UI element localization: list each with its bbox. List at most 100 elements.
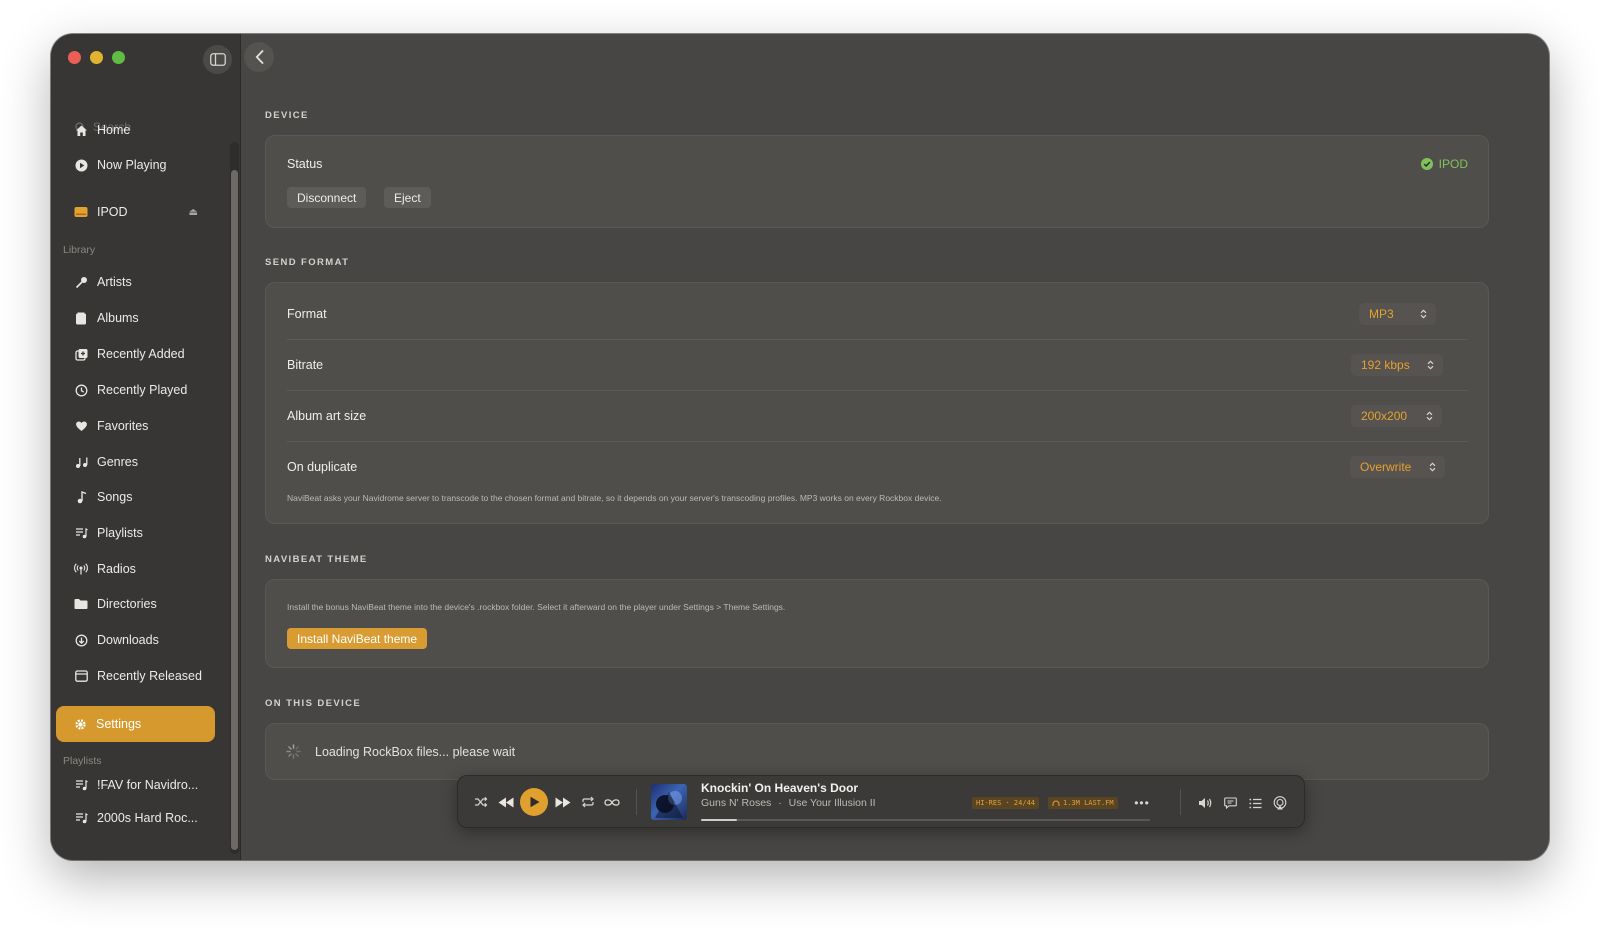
queue-button[interactable] <box>1247 795 1263 811</box>
sidebar-item-songs[interactable]: Songs <box>57 480 218 514</box>
status-value: IPOD <box>1438 157 1468 171</box>
sidebar-scrollbar[interactable] <box>230 142 239 854</box>
track-artist[interactable]: Guns N' Roses <box>701 797 771 809</box>
close-window-button[interactable] <box>68 51 81 64</box>
infinite-play-button[interactable] <box>602 790 622 814</box>
sidebar-playlist-item[interactable]: 2000s Hard Roc... <box>57 801 218 835</box>
player-bar: Knockin' On Heaven's Door Guns N' Roses … <box>457 775 1305 828</box>
format-select[interactable]: MP3 <box>1359 303 1436 325</box>
recently-added-icon <box>74 347 88 361</box>
sidebar-item-label: Recently Released <box>97 669 202 683</box>
send-format-card: Format MP3 Bitrate 192 kbps Album art si… <box>265 282 1489 524</box>
sidebar-item-label: Now Playing <box>97 158 167 172</box>
sidebar-item-recently-added[interactable]: Recently Added <box>57 337 218 371</box>
track-album[interactable]: Use Your Illusion II <box>789 797 876 809</box>
status-label: Status <box>287 157 323 171</box>
microphone-icon <box>74 275 88 289</box>
eject-icon[interactable]: ⏏ <box>189 207 198 218</box>
history-icon <box>74 383 88 397</box>
rewind-icon <box>498 797 514 807</box>
bitrate-select[interactable]: 192 kbps <box>1351 354 1443 376</box>
checkmark-circle-icon <box>1420 158 1433 170</box>
chevron-updown-icon <box>1429 462 1436 472</box>
sidebar-item-ipod[interactable]: IPOD ⏏ <box>57 195 218 229</box>
genres-icon <box>74 455 88 469</box>
calendar-icon <box>74 669 88 683</box>
quality-badge: HI-RES · 24/44 <box>972 797 1040 809</box>
sidebar-item-now-playing[interactable]: Now Playing <box>57 148 218 182</box>
sidebar-item-home[interactable]: Home <box>57 113 218 147</box>
sidebar-item-genres[interactable]: Genres <box>57 445 218 479</box>
on-device-section-title: ON THIS DEVICE <box>265 698 362 709</box>
play-icon <box>530 796 539 808</box>
window-controls <box>68 51 125 64</box>
album-icon <box>74 311 88 325</box>
sidebar-item-label: Playlists <box>97 526 143 540</box>
sidebar-item-recently-played[interactable]: Recently Played <box>57 373 218 407</box>
device-section-title: DEVICE <box>265 110 309 121</box>
sidebar-item-downloads[interactable]: Downloads <box>57 623 218 657</box>
airplay-button[interactable] <box>1272 795 1288 811</box>
previous-button[interactable] <box>496 790 516 814</box>
zoom-window-button[interactable] <box>112 51 125 64</box>
track-title[interactable]: Knockin' On Heaven's Door <box>701 781 858 795</box>
on-duplicate-select-value: Overwrite <box>1360 460 1412 474</box>
sidebar-item-playlists[interactable]: Playlists <box>57 516 218 550</box>
eject-button[interactable]: Eject <box>384 187 431 208</box>
radio-icon <box>74 562 88 576</box>
repeat-button[interactable] <box>579 790 597 814</box>
next-button[interactable] <box>553 790 573 814</box>
drive-icon <box>74 205 88 219</box>
sidebar-item-label: Downloads <box>97 633 159 647</box>
headphones-icon <box>1052 800 1060 806</box>
device-card: Status Disconnect Eject IPOD <box>265 135 1489 228</box>
sidebar: Search Home Now Playing IPOD ⏏ Library A… <box>51 34 241 860</box>
install-theme-button[interactable]: Install NaviBeat theme <box>287 628 428 649</box>
sidebar-item-favorites[interactable]: Favorites <box>57 409 218 443</box>
sidebar-item-label: Radios <box>97 562 136 576</box>
sidebar-item-label: Recently Added <box>97 347 185 361</box>
player-divider <box>1180 789 1181 815</box>
sidebar-item-directories[interactable]: Directories <box>57 587 218 621</box>
volume-button[interactable] <box>1197 795 1213 811</box>
play-button[interactable] <box>520 788 548 816</box>
playlists-section-label: Playlists <box>63 755 102 767</box>
gear-icon <box>73 717 87 731</box>
progress-bar[interactable] <box>701 819 1150 821</box>
more-icon: ••• <box>1134 796 1150 810</box>
sidebar-scrollbar-thumb[interactable] <box>231 170 238 850</box>
sidebar-item-label: Settings <box>96 717 142 731</box>
download-icon <box>74 633 88 647</box>
sidebar-item-settings[interactable]: Settings <box>56 706 215 742</box>
sidebar-item-radios[interactable]: Radios <box>57 552 218 586</box>
album-art-size-label: Album art size <box>287 409 367 423</box>
sidebar-toggle-button[interactable] <box>203 45 232 74</box>
progress-fill <box>701 819 737 821</box>
sidebar-item-recently-released[interactable]: Recently Released <box>57 659 218 693</box>
sidebar-item-artists[interactable]: Artists <box>57 265 218 299</box>
infinity-icon <box>604 798 620 806</box>
back-button[interactable] <box>244 42 274 72</box>
sidebar-playlist-item[interactable]: !FAV for Navidro... <box>57 768 218 802</box>
playlist-icon <box>74 811 88 825</box>
album-art-size-select-value: 200x200 <box>1361 409 1408 423</box>
playlist-icon <box>74 526 88 540</box>
on-duplicate-select[interactable]: Overwrite <box>1350 456 1445 478</box>
lyrics-icon <box>1223 797 1237 809</box>
send-format-section-title: SEND FORMAT <box>265 257 350 268</box>
sidebar-item-label: Directories <box>97 597 157 611</box>
album-art-size-select[interactable]: 200x200 <box>1351 405 1442 427</box>
more-options-button[interactable]: ••• <box>1134 795 1150 811</box>
lyrics-button[interactable] <box>1222 795 1238 811</box>
album-art[interactable] <box>651 784 687 820</box>
track-separator: · <box>778 797 782 809</box>
minimize-window-button[interactable] <box>90 51 103 64</box>
chevron-updown-icon <box>1427 360 1434 370</box>
sidebar-item-label: !FAV for Navidro... <box>97 778 199 792</box>
disconnect-button[interactable]: Disconnect <box>287 187 367 208</box>
format-select-value: MP3 <box>1369 307 1394 321</box>
shuffle-button[interactable] <box>472 790 490 814</box>
airplay-icon <box>1273 796 1287 810</box>
bitrate-select-value: 192 kbps <box>1361 358 1410 372</box>
sidebar-item-albums[interactable]: Albums <box>57 301 218 335</box>
